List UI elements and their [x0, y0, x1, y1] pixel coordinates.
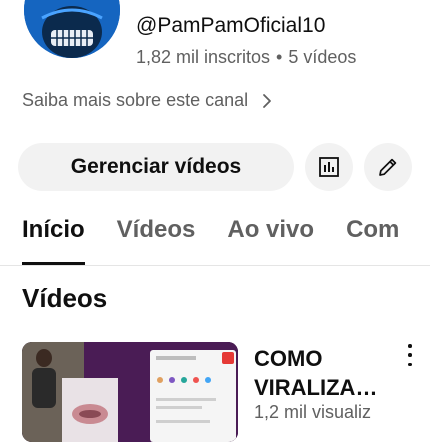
edit-channel-button[interactable] — [364, 143, 412, 191]
analytics-button[interactable] — [305, 143, 353, 191]
tabs-divider — [0, 265, 430, 266]
channel-stats: 1,82 mil inscritos • 5 vídeos — [136, 47, 356, 68]
thumbnail-image — [22, 342, 238, 442]
tab-inicio[interactable]: Início — [22, 216, 85, 266]
tab-ao-vivo[interactable]: Ao vivo — [227, 216, 314, 266]
about-channel-label: Saiba mais sobre este canal — [22, 90, 249, 110]
channel-avatar[interactable] — [24, 0, 120, 58]
chevron-right-icon — [263, 93, 272, 108]
video-views: 1,2 mil visualiz — [254, 402, 372, 422]
tab-videos[interactable]: Vídeos — [117, 216, 196, 266]
kebab-dot — [408, 353, 412, 357]
more-options-icon[interactable] — [404, 344, 416, 366]
video-thumbnail[interactable] — [22, 342, 238, 442]
subscriber-count: 1,82 mil inscritos — [136, 47, 271, 67]
video-count: 5 vídeos — [288, 47, 357, 67]
about-channel-link[interactable]: Saiba mais sobre este canal — [22, 90, 272, 111]
section-title: Vídeos — [22, 283, 108, 313]
stats-separator: • — [276, 47, 283, 67]
manage-videos-button[interactable]: Gerenciar vídeos — [18, 143, 294, 191]
avatar-image — [24, 0, 120, 58]
tab-comunidade[interactable]: Com — [346, 216, 399, 266]
pencil-icon — [379, 158, 397, 176]
video-title[interactable]: COMO VIRALIZA… — [254, 344, 404, 402]
video-title-line-1: COMO — [254, 346, 323, 371]
bar-chart-icon — [319, 157, 339, 177]
video-title-line-2: VIRALIZA… — [254, 375, 378, 400]
channel-handle: @PamPamOficial10 — [136, 14, 326, 37]
kebab-dot — [408, 344, 412, 348]
kebab-dot — [408, 362, 412, 366]
channel-tabs: Início Vídeos Ao vivo Com — [22, 216, 399, 266]
